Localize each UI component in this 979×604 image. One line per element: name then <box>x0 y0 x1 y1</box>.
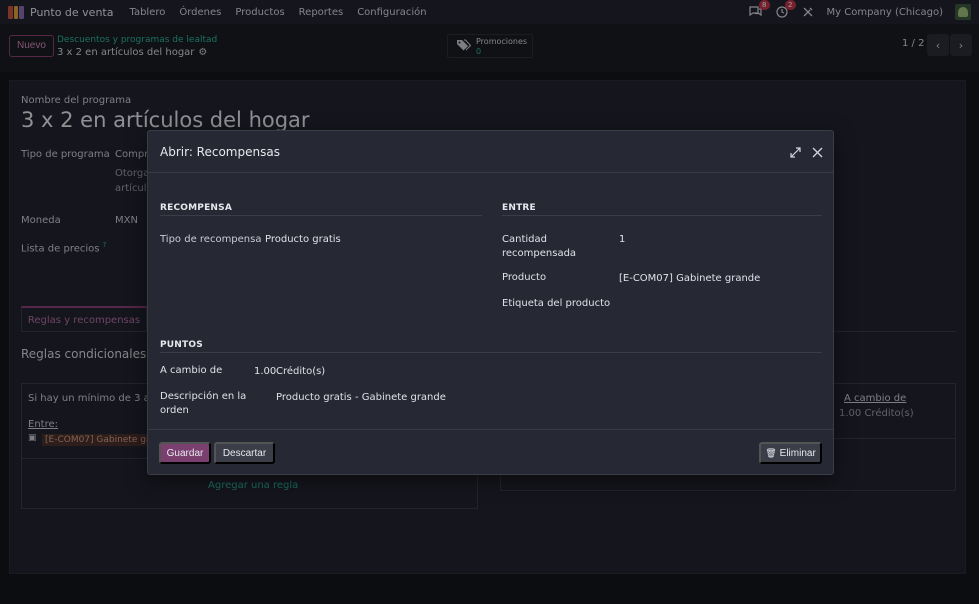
discard-button[interactable]: Descartar <box>214 442 275 464</box>
product-label: Producto <box>502 272 547 283</box>
in-exchange-amount[interactable]: 1.00 <box>254 365 276 379</box>
points-group-divider <box>160 352 822 353</box>
delete-button[interactable]: 🗑 Eliminar <box>759 442 822 464</box>
close-icon[interactable] <box>810 145 824 159</box>
quantity-label-line1: Cantidad <box>502 234 547 245</box>
product-tag-label: Etiqueta del producto <box>502 298 611 309</box>
save-button[interactable]: Guardar <box>159 442 211 464</box>
reward-group-title: RECOMPENSA <box>160 203 233 213</box>
reward-type-label: Tipo de recompensa <box>160 234 262 245</box>
quantity-field[interactable]: 1 <box>619 233 625 247</box>
rewards-dialog: Abrir: Recompensas RECOMPENSA ENTRE Tipo… <box>147 130 834 475</box>
order-description-label-line1: Descripción en la <box>160 391 247 402</box>
dialog-header: Abrir: Recompensas <box>148 131 833 173</box>
trash-icon: 🗑 <box>765 447 777 458</box>
reward-group-divider <box>160 215 482 216</box>
in-exchange-label: A cambio de <box>160 365 223 376</box>
dialog-footer: Guardar Descartar 🗑 Eliminar <box>148 429 833 475</box>
product-tag-field[interactable] <box>619 295 819 313</box>
delete-button-label: Eliminar <box>779 447 816 459</box>
in-exchange-unit: Crédito(s) <box>276 366 326 377</box>
between-group-divider <box>502 215 822 216</box>
order-description-field[interactable]: Producto gratis - Gabinete grande <box>276 391 446 405</box>
order-description-label-line2: orden <box>160 405 189 416</box>
quantity-label-line2: recompensada <box>502 248 577 259</box>
reward-type-field[interactable]: Producto gratis <box>265 233 341 247</box>
between-group-title: ENTRE <box>502 203 536 213</box>
product-field[interactable]: [E-COM07] Gabinete grande <box>619 272 760 286</box>
points-group-title: PUNTOS <box>160 340 203 350</box>
dialog-title: Abrir: Recompensas <box>160 145 280 159</box>
expand-icon[interactable] <box>788 145 802 159</box>
